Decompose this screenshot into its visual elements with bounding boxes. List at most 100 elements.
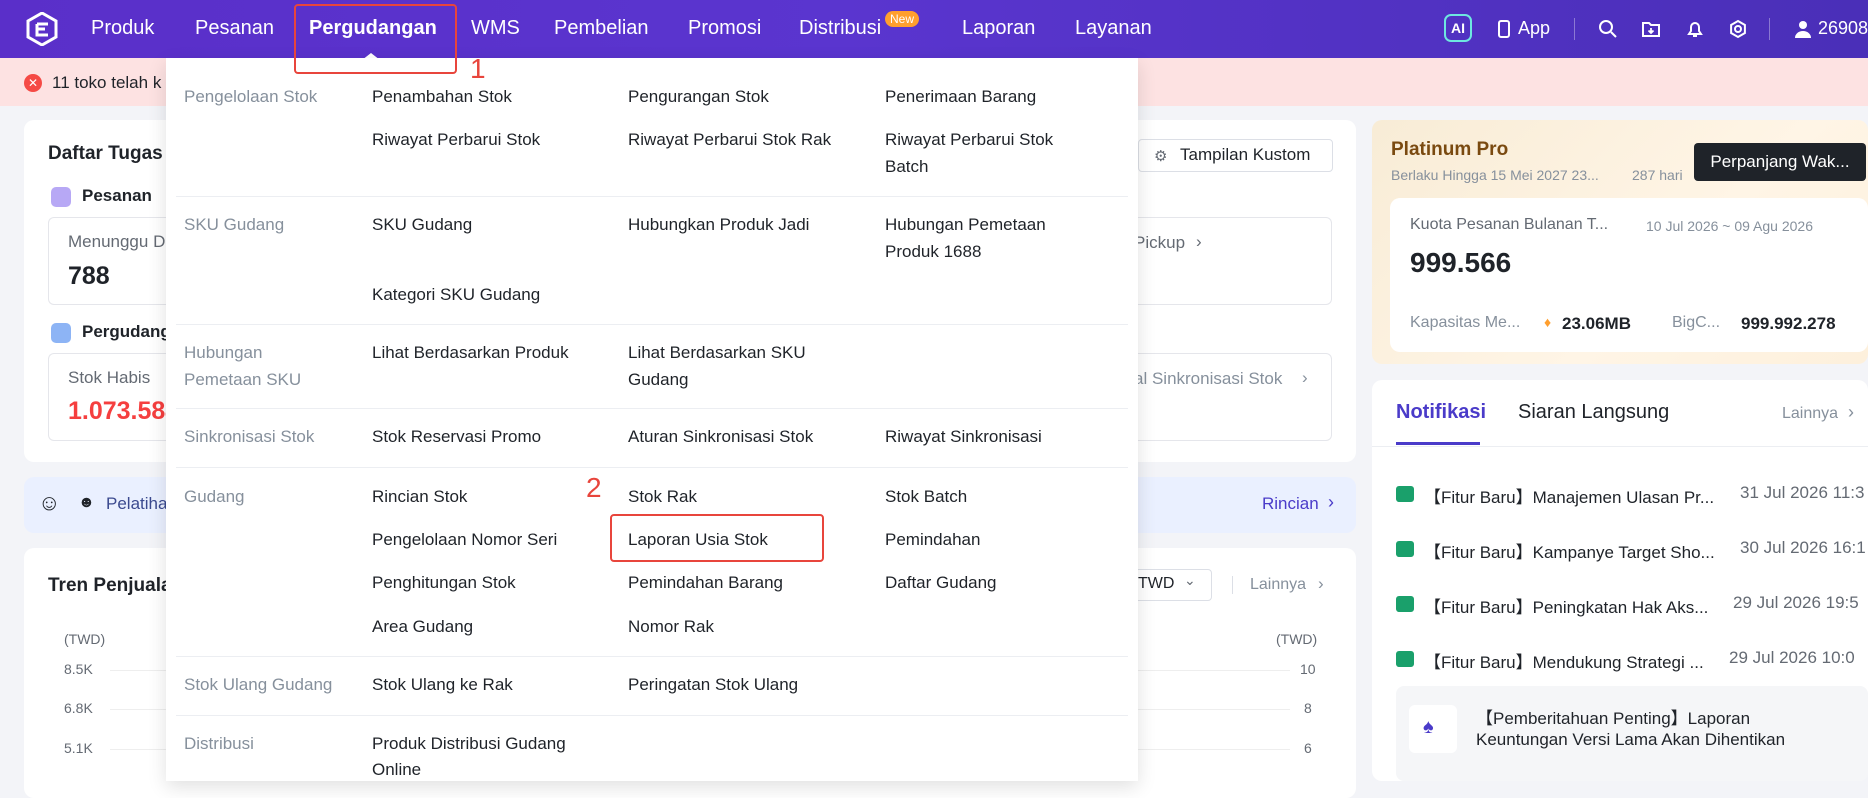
quota-period: 10 Jul 2026 ~ 09 Agu 2026 [1646,218,1813,234]
menu-view-by-warehouse-sku-line2[interactable]: Gudang [628,366,689,393]
download-folder-icon[interactable] [1641,19,1661,39]
menu-add-stock[interactable]: Penambahan Stok [372,83,512,110]
order-icon [51,187,71,207]
menu-rack-stock-update-history[interactable]: Riwayat Perbarui Stok Rak [628,126,831,153]
notifications-more-link[interactable]: Lainnya [1782,405,1838,423]
menu-reduce-stock[interactable]: Pengurangan Stok [628,83,769,110]
pending-label: Menunggu D [68,232,166,251]
category-restock: Stok Ulang Gudang [184,675,333,694]
extend-plan-button[interactable]: Perpanjang Wak... [1694,143,1866,181]
menu-rack-number[interactable]: Nomor Rak [628,613,714,640]
left-tick: 5.1K [64,740,93,756]
menu-warehouse-list[interactable]: Daftar Gudang [885,569,997,596]
detail-link[interactable]: Rincian [1262,494,1319,514]
ai-assistant-icon[interactable]: AI [1444,14,1472,42]
bigc-value: 999.992.278 [1741,314,1836,333]
menu-warehouse-area[interactable]: Area Gudang [372,613,473,640]
menu-divider [176,196,1128,197]
menu-sync-history[interactable]: Riwayat Sinkronisasi [885,423,1042,450]
menu-view-by-warehouse-sku[interactable]: Lihat Berdasarkan SKU [628,339,806,366]
settings-icon: ⚙ [1154,148,1168,165]
mascot-icon: ☺ [38,490,61,515]
user-account-id[interactable]: 26908 [1818,18,1868,39]
step-2-label: 2 [586,472,602,503]
menu-online-warehouse-distribution[interactable]: Produk Distribusi Gudang [372,730,566,757]
category-distribution: Distribusi [184,734,254,753]
category-sku-mapping-line2: Pemetaan SKU [184,370,302,389]
chevron-right-icon: › [1848,402,1854,422]
nav-wms[interactable]: WMS [471,17,520,40]
menu-transfer[interactable]: Pemindahan [885,526,980,553]
nav-promosi[interactable]: Promosi [688,17,761,40]
nav-divider [1574,18,1575,40]
sync-box[interactable] [1138,353,1332,441]
menu-divider [176,715,1128,716]
sales-trend-title: Tren Penjuala [48,575,172,596]
menu-restock-to-rack[interactable]: Stok Ulang ke Rak [372,671,513,698]
menu-batch-stock[interactable]: Stok Batch [885,483,967,510]
quota-value: 999.566 [1410,247,1512,278]
menu-warehouse-sku-category[interactable]: Kategori SKU Gudang [372,281,540,308]
right-axis-unit: (TWD) [1276,631,1318,647]
category-warehouse-sku: SKU Gudang [184,215,285,234]
menu-online-warehouse-distribution-line2[interactable]: Online [372,756,421,783]
mobile-phone-icon[interactable] [1494,19,1514,39]
nav-produk[interactable]: Produk [91,17,154,40]
menu-stock-details[interactable]: Rincian Stok [372,483,467,510]
nav-pembelian[interactable]: Pembelian [554,17,649,40]
pending-orders-box[interactable] [48,217,168,305]
sync-link[interactable]: al Sinkronisasi Stok [1134,369,1282,389]
tab-live[interactable]: Siaran Langsung [1518,401,1669,424]
plan-validity: Berlaku Hingga 15 Mei 2027 23... [1391,167,1599,183]
notification-date: 30 Jul 2026 16:1 [1740,538,1866,557]
menu-stock-count[interactable]: Penghitungan Stok [372,569,516,596]
nav-distribusi[interactable]: Distribusi [799,17,881,40]
menu-mapping-1688-line2[interactable]: Produk 1688 [885,238,981,265]
notification-title[interactable]: 【Fitur Baru】Kampanye Target Sho... [1424,538,1715,563]
pickup-link[interactable]: Pickup [1134,233,1185,253]
chevron-right-icon: › [1328,492,1334,512]
menu-view-by-product[interactable]: Lihat Berdasarkan Produk [372,339,569,366]
more-link[interactable]: Lainnya [1250,576,1306,594]
nav-pesanan[interactable]: Pesanan [195,17,274,40]
menu-stock-update-history[interactable]: Riwayat Perbarui Stok [372,126,540,153]
notification-icon [1396,541,1414,557]
notification-title[interactable]: 【Fitur Baru】Mendukung Strategi ... [1424,648,1704,673]
category-sku-mapping: Hubungan [184,343,263,362]
app-logo-icon[interactable] [26,12,58,46]
tab-notifications[interactable]: Notifikasi [1396,401,1486,424]
left-tick: 6.8K [64,700,93,716]
menu-receive-goods[interactable]: Penerimaan Barang [885,83,1036,110]
app-link[interactable]: App [1518,18,1550,39]
user-icon[interactable] [1793,19,1813,39]
menu-divider [176,324,1128,325]
notification-title[interactable]: 【Fitur Baru】Peningkatan Hak Aks... [1424,593,1708,618]
menu-batch-stock-update-history-line2[interactable]: Batch [885,153,928,180]
capacity-label: Kapasitas Me... [1410,314,1521,331]
menu-divider [176,467,1128,468]
nav-layanan[interactable]: Layanan [1075,17,1152,40]
menu-rack-stock[interactable]: Stok Rak [628,483,697,510]
plan-title: Platinum Pro [1391,139,1509,160]
pickup-box[interactable] [1138,217,1332,305]
search-icon[interactable] [1598,19,1618,39]
bell-icon[interactable] [1685,19,1705,39]
top-navigation-bar: Produk Pesanan Pergudangan WMS Pembelian… [0,0,1868,60]
menu-link-finished-product[interactable]: Hubungkan Produk Jadi [628,211,809,238]
menu-promo-reserved-stock[interactable]: Stok Reservasi Promo [372,423,541,450]
nav-laporan[interactable]: Laporan [962,17,1035,40]
new-badge: New [885,11,920,27]
menu-restock-alert[interactable]: Peringatan Stok Ulang [628,671,798,698]
notification-title[interactable]: 【Fitur Baru】Manajemen Ulasan Pr... [1424,483,1714,508]
menu-serial-number-management[interactable]: Pengelolaan Nomor Seri [372,526,557,553]
menu-warehouse-sku[interactable]: SKU Gudang [372,211,472,238]
out-of-stock-label: Stok Habis [68,368,151,387]
menu-stock-sync-rules[interactable]: Aturan Sinkronisasi Stok [628,423,813,450]
settings-icon[interactable] [1728,19,1748,39]
menu-goods-transfer[interactable]: Pemindahan Barang [628,569,783,596]
menu-batch-stock-update-history[interactable]: Riwayat Perbarui Stok [885,126,1053,153]
custom-view-label: Tampilan Kustom [1180,145,1311,164]
quota-label: Kuota Pesanan Bulanan T... [1410,216,1609,233]
capacity-value: 23.06MB [1562,314,1631,333]
menu-mapping-1688[interactable]: Hubungan Pemetaan [885,211,1046,238]
